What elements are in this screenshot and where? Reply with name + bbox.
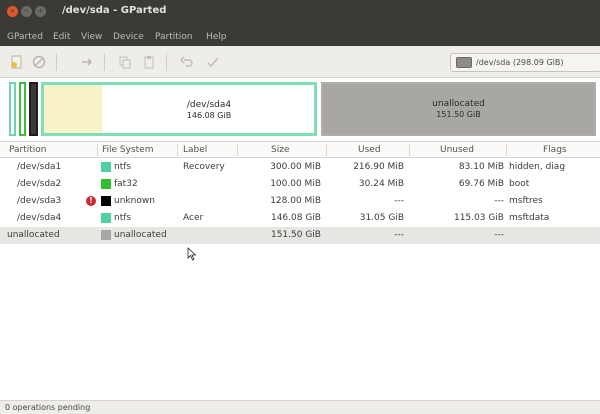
cell-used: ---	[394, 230, 404, 240]
maximize-window-button[interactable]: +	[35, 6, 46, 17]
fs-color-swatch	[101, 230, 111, 240]
cell-file-system: ntfs	[114, 162, 132, 172]
mouse-pointer-icon	[187, 247, 197, 261]
column-separator	[409, 144, 410, 156]
table-row[interactable]: /dev/sda2 fat32 100.00 MiB 30.24 MiB 69.…	[0, 176, 600, 193]
paste-icon[interactable]	[142, 55, 156, 69]
cell-file-system: unallocated	[114, 230, 167, 240]
warning-icon: !	[86, 196, 96, 206]
device-selector-label: /dev/sda (298.09 GiB)	[476, 58, 564, 67]
header-used[interactable]: Used	[358, 145, 381, 155]
menu-bar: GParted Edit View Device Partition Help	[0, 28, 600, 46]
column-separator	[506, 144, 507, 156]
new-partition-icon[interactable]	[10, 55, 24, 69]
table-row[interactable]: /dev/sda4 ntfs Acer 146.08 GiB 31.05 GiB…	[0, 210, 600, 227]
menu-partition[interactable]: Partition	[155, 32, 193, 42]
fs-color-swatch	[101, 179, 111, 189]
header-label[interactable]: Label	[183, 145, 207, 155]
table-row-selected[interactable]: unallocated unallocated 151.50 GiB --- -…	[0, 227, 600, 244]
table-row[interactable]: /dev/sda3 ! unknown 128.00 MiB --- --- m…	[0, 193, 600, 210]
cell-size: 100.00 MiB	[270, 179, 321, 189]
cell-used: 216.90 MiB	[353, 162, 404, 172]
cell-flags: boot	[509, 179, 530, 189]
header-partition[interactable]: Partition	[9, 145, 47, 155]
cell-file-system: fat32	[114, 179, 138, 189]
minimize-icon: −	[23, 7, 30, 15]
cell-flags: hidden, diag	[509, 162, 566, 172]
diskmap-unallocated-size: 151.50 GiB	[436, 110, 481, 119]
cell-flags: msftdata	[509, 213, 550, 223]
diskmap-sda4-size: 146.08 GiB	[186, 111, 232, 120]
header-unused[interactable]: Unused	[440, 145, 474, 155]
column-separator	[237, 144, 238, 156]
diskmap-unallocated-name: unallocated	[432, 99, 485, 109]
diskmap-partition-sda3[interactable]	[29, 82, 38, 136]
status-bar: 0 operations pending	[0, 400, 600, 414]
diskmap-partition-sda4[interactable]: /dev/sda4 146.08 GiB	[41, 82, 317, 136]
disk-map: /dev/sda4 146.08 GiB unallocated 151.50 …	[8, 82, 596, 136]
device-selector[interactable]: /dev/sda (298.09 GiB)	[450, 53, 600, 72]
undo-icon[interactable]	[179, 55, 194, 69]
cell-unused: ---	[494, 230, 504, 240]
toolbar-separator	[104, 53, 105, 71]
cell-partition: /dev/sda3	[17, 196, 62, 206]
cell-partition: unallocated	[7, 230, 60, 240]
resize-move-icon[interactable]	[80, 55, 94, 69]
delete-icon[interactable]	[32, 55, 46, 69]
cell-file-system: ntfs	[114, 213, 132, 223]
cell-flags: msftres	[509, 196, 543, 206]
cell-used: 30.24 MiB	[358, 179, 404, 189]
cell-size: 146.08 GiB	[270, 213, 321, 223]
cell-unused: 83.10 MiB	[458, 162, 504, 172]
close-window-button[interactable]: ×	[7, 6, 18, 17]
fs-color-swatch	[101, 162, 111, 172]
table-row[interactable]: /dev/sda1 ntfs Recovery 300.00 MiB 216.9…	[0, 159, 600, 176]
cell-label: Recovery	[183, 162, 225, 172]
table-header: Partition File System Label Size Used Un…	[0, 141, 600, 158]
hard-disk-icon	[456, 57, 472, 68]
diskmap-sda4-name: /dev/sda4	[186, 100, 232, 110]
menu-device[interactable]: Device	[113, 32, 144, 42]
toolbar-separator	[166, 53, 167, 71]
apply-icon[interactable]	[206, 55, 220, 69]
cell-partition: /dev/sda4	[17, 213, 62, 223]
diskmap-unallocated[interactable]: unallocated 151.50 GiB	[321, 82, 596, 136]
close-icon: ×	[9, 7, 16, 15]
fs-color-swatch	[101, 196, 111, 206]
cell-size: 300.00 MiB	[270, 162, 321, 172]
column-separator	[177, 144, 178, 156]
maximize-icon: +	[37, 7, 44, 15]
diskmap-partition-sda2[interactable]	[19, 82, 26, 136]
title-bar: × − + /dev/sda - GParted	[0, 0, 600, 28]
toolbar: /dev/sda (298.09 GiB)	[0, 46, 600, 78]
menu-help[interactable]: Help	[206, 32, 227, 42]
cell-file-system: unknown	[114, 196, 155, 206]
cell-used: ---	[394, 196, 404, 206]
copy-icon[interactable]	[118, 55, 132, 69]
cell-size: 128.00 MiB	[270, 196, 321, 206]
cell-unused: 69.76 MiB	[458, 179, 504, 189]
status-text: 0 operations pending	[5, 403, 91, 412]
menu-gparted[interactable]: GParted	[7, 32, 43, 42]
column-separator	[326, 144, 327, 156]
cell-size: 151.50 GiB	[270, 230, 321, 240]
menu-view[interactable]: View	[81, 32, 102, 42]
cell-used: 31.05 GiB	[359, 213, 404, 223]
cell-unused: ---	[494, 196, 504, 206]
column-separator	[97, 144, 98, 156]
menu-edit[interactable]: Edit	[53, 32, 70, 42]
cell-partition: /dev/sda2	[17, 179, 62, 189]
diskmap-partition-sda1[interactable]	[9, 82, 16, 136]
cell-label: Acer	[183, 213, 204, 223]
header-flags[interactable]: Flags	[543, 145, 567, 155]
fs-color-swatch	[101, 213, 111, 223]
toolbar-separator	[56, 53, 57, 71]
header-file-system[interactable]: File System	[102, 145, 153, 155]
minimize-window-button[interactable]: −	[21, 6, 32, 17]
cell-partition: /dev/sda1	[17, 162, 62, 172]
header-size[interactable]: Size	[271, 145, 289, 155]
used-space-fill	[44, 85, 102, 133]
window-title: /dev/sda - GParted	[62, 5, 167, 16]
cell-unused: 115.03 GiB	[453, 213, 504, 223]
